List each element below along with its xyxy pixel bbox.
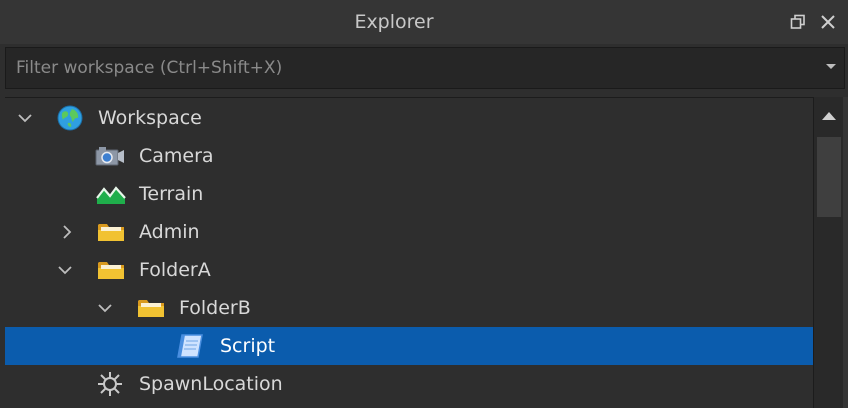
tree-item-camera[interactable]: Camera [5,137,813,175]
workspace-globe-icon [55,105,85,131]
tree-item-folderb[interactable]: FolderB [5,289,813,327]
tree-item-workspace[interactable]: Workspace [5,99,813,137]
terrain-icon [96,181,126,207]
restore-icon [790,14,805,29]
tree-item-label: Terrain [139,183,204,205]
filter-dropdown-arrow-icon[interactable] [826,64,836,69]
tree-item-foldera[interactable]: FolderA [5,251,813,289]
explorer-tree: Workspace Camera Terrain Admin FolderA F… [5,97,813,408]
scroll-thumb[interactable] [817,137,841,217]
restore-button[interactable] [786,10,810,34]
chevron-down-icon[interactable] [18,111,32,125]
tree-item-label: SpawnLocation [139,373,283,395]
panel-title: Explorer [354,11,434,33]
close-button[interactable] [816,10,840,34]
tree-item-label: Script [220,335,276,357]
panel-edge [843,97,848,408]
tree-item-label: Workspace [98,107,202,129]
arrow-up-icon [822,112,836,120]
title-bar: Explorer [0,0,848,44]
chevron-right-icon[interactable] [60,225,74,239]
chevron-down-icon[interactable] [98,301,112,315]
vertical-scrollbar[interactable] [813,97,844,408]
filter-box [5,47,845,89]
folder-icon [136,295,166,321]
tree-item-script[interactable]: Script [5,327,813,365]
folder-icon [96,257,126,283]
tree-item-label: FolderA [139,259,211,281]
explorer-panel: Explorer Filter workspace (Ctrl+Shift+X)… [0,0,848,408]
camera-icon [95,143,125,169]
spawn-location-icon [95,371,125,397]
tree-item-spawnlocation[interactable]: SpawnLocation [5,365,813,403]
close-icon [821,15,835,29]
folder-icon [96,219,126,245]
filter-input[interactable] [6,48,806,88]
tree-item-terrain[interactable]: Terrain [5,175,813,213]
tree-item-label: Admin [139,221,200,243]
chevron-down-icon[interactable] [58,263,72,277]
tree-item-admin[interactable]: Admin [5,213,813,251]
tree-item-label: FolderB [179,297,251,319]
scroll-up-button[interactable] [814,97,844,135]
script-icon [175,333,205,359]
tree-item-label: Camera [139,145,214,167]
